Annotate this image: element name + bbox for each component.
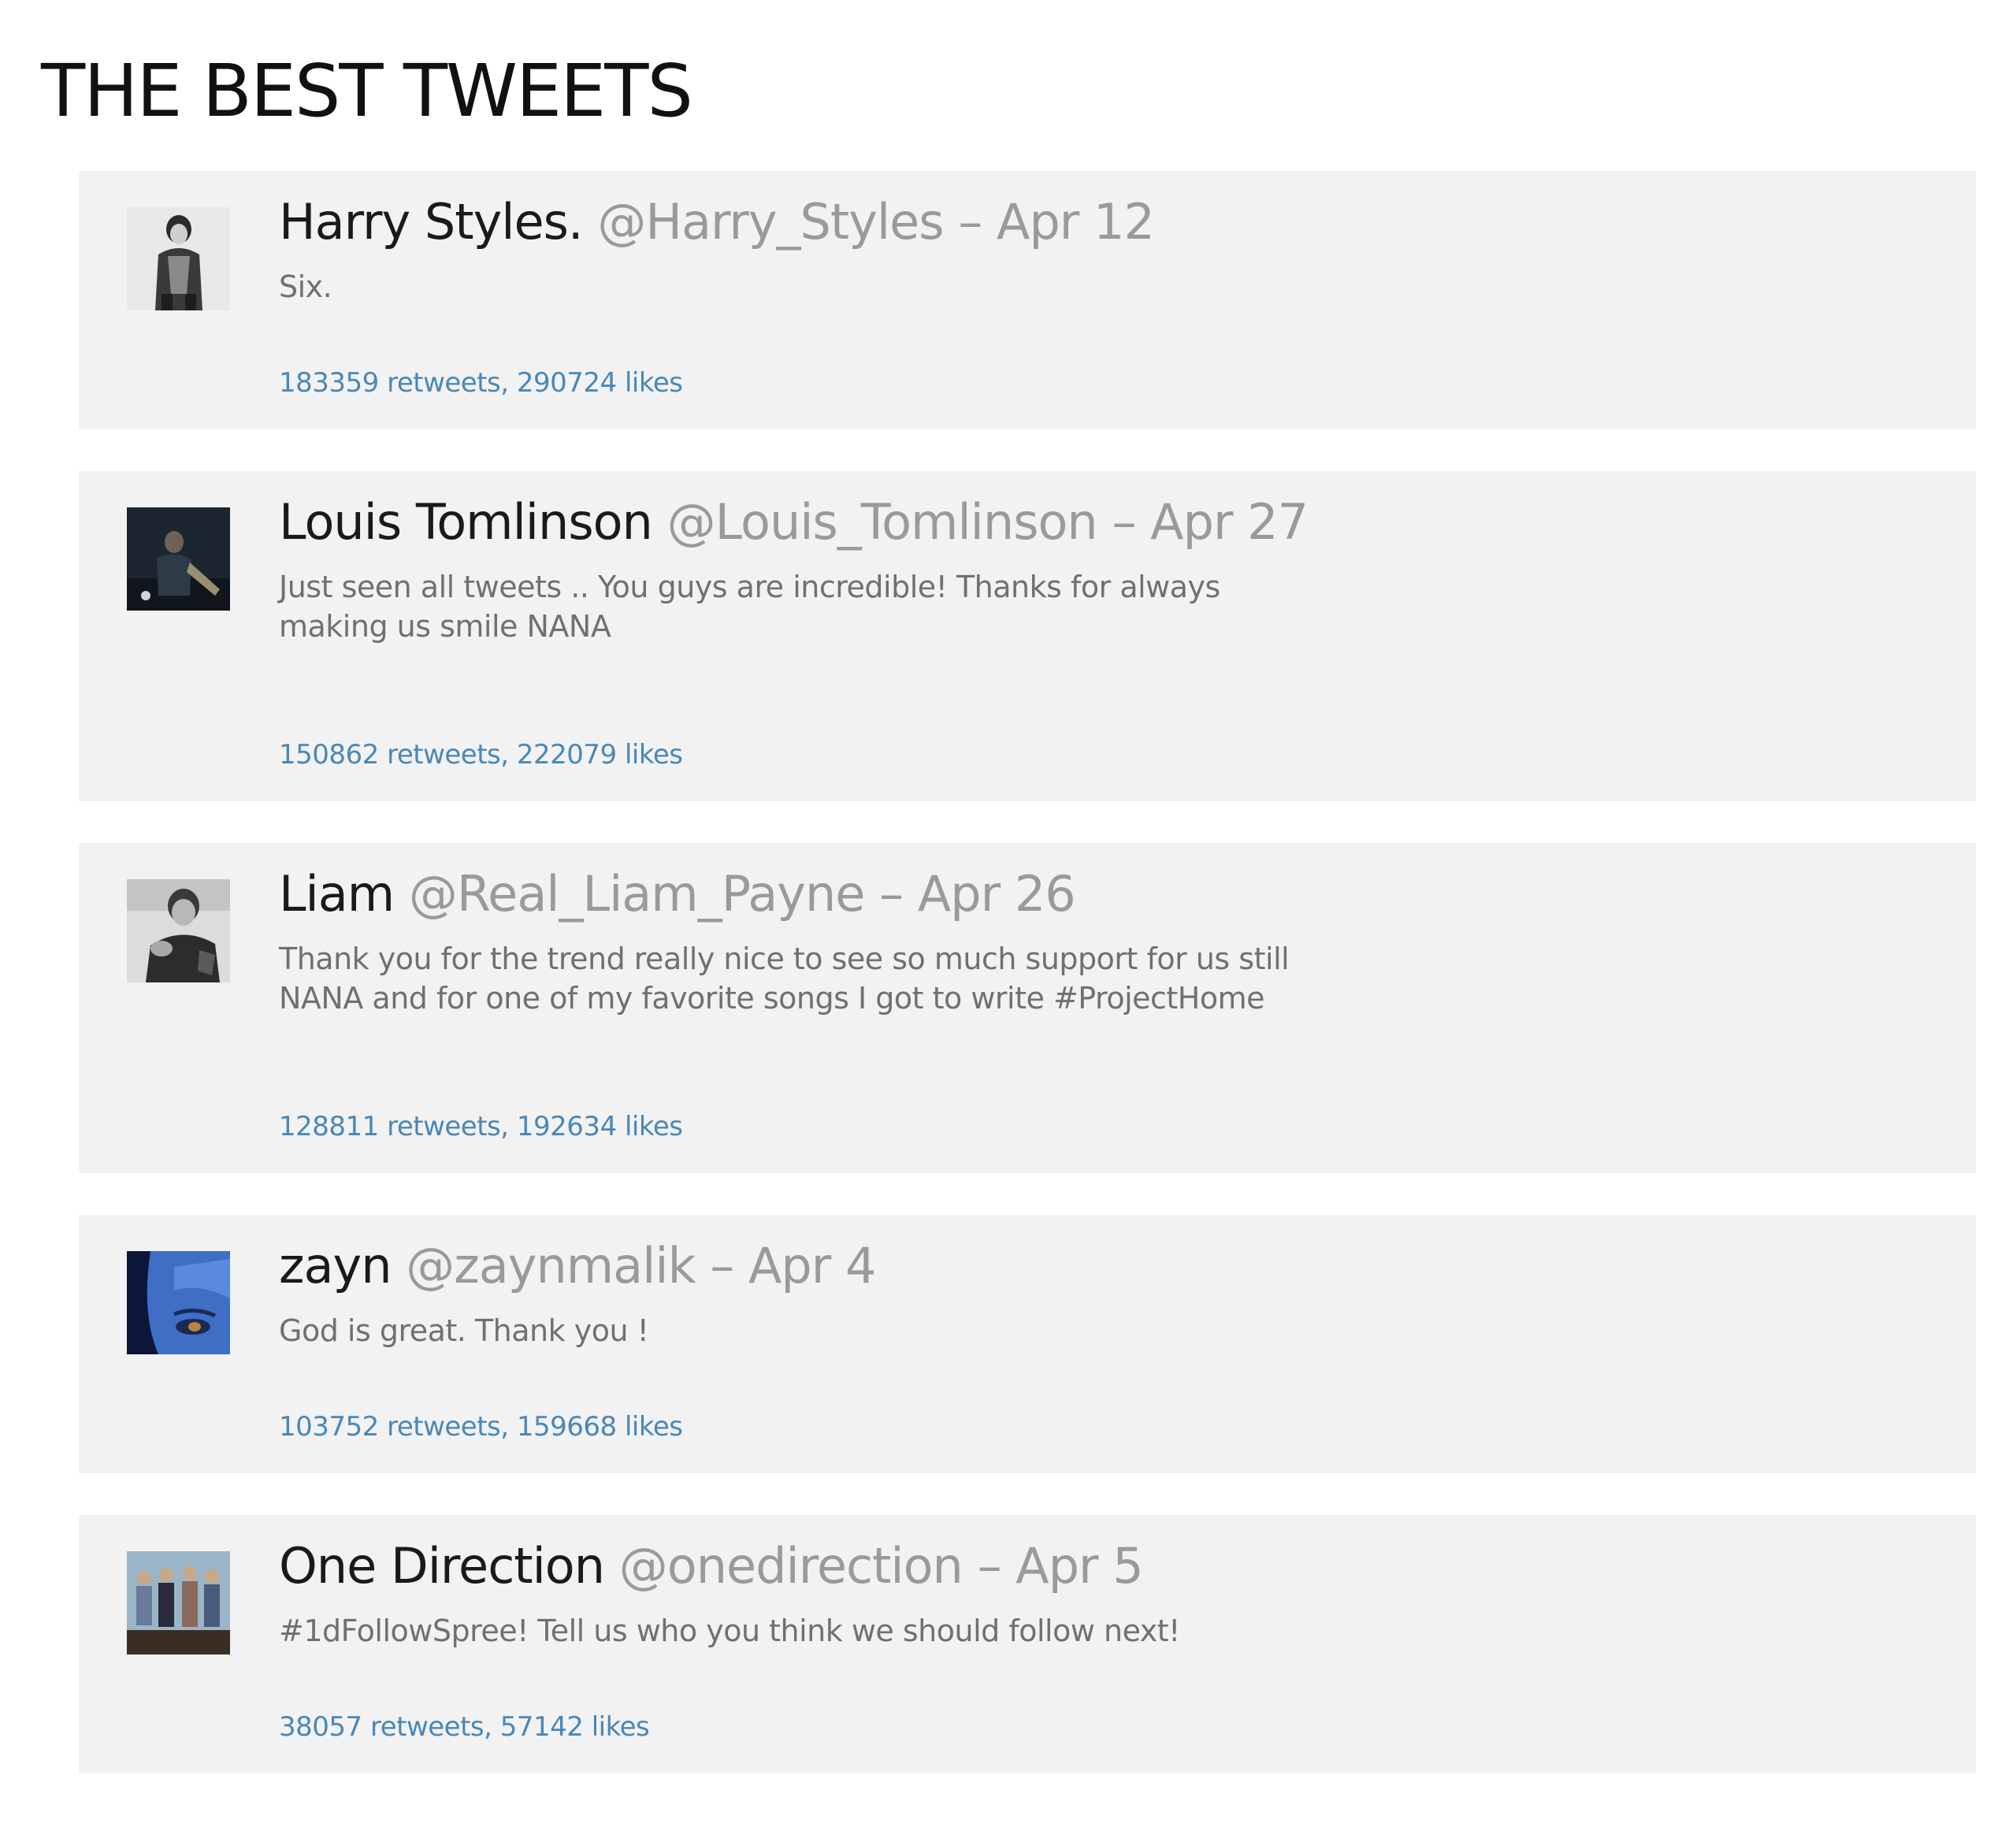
author-handle[interactable]: @Real_Liam_Payne — [409, 865, 866, 923]
tweet-header: Harry Styles. @Harry_Styles – Apr 12 — [279, 193, 1944, 251]
author-handle[interactable]: @onedirection — [619, 1537, 963, 1595]
tweet-header: One Direction @onedirection – Apr 5 — [279, 1537, 1944, 1595]
author-name[interactable]: Louis Tomlinson — [279, 493, 653, 551]
tweet-text: Just seen all tweets .. You guys are inc… — [279, 570, 1220, 644]
tweet-body: zayn @zaynmalik – Apr 4 God is great. Th… — [279, 1237, 1944, 1350]
author-handle[interactable]: @zaynmalik — [406, 1237, 696, 1294]
tweet-body: Harry Styles. @Harry_Styles – Apr 12 Six… — [279, 193, 1944, 306]
author-name[interactable]: zayn — [279, 1237, 392, 1294]
author-name[interactable]: Harry Styles. — [279, 193, 584, 251]
avatar-liam[interactable] — [127, 879, 230, 982]
tweet-card: Louis Tomlinson @Louis_Tomlinson – Apr 2… — [79, 471, 1976, 801]
tweet-text: #1dFollowSpree! Tell us who you think we… — [279, 1614, 1180, 1649]
avatar-harry-styles[interactable] — [127, 207, 230, 310]
tweet-stats-link[interactable]: 103752 retweets, 159668 likes — [279, 1413, 683, 1440]
tweet-stats-link[interactable]: 38057 retweets, 57142 likes — [279, 1714, 650, 1740]
tweet-text: Thank you for the trend really nice to s… — [279, 941, 1290, 1016]
tweet-body: One Direction @onedirection – Apr 5 #1dF… — [279, 1537, 1944, 1651]
tweet-header: zayn @zaynmalik – Apr 4 — [279, 1237, 1944, 1295]
avatar-photo — [127, 207, 230, 310]
tweet-body: Liam @Real_Liam_Payne – Apr 26 Thank you… — [279, 865, 1944, 1018]
tweet-stats-link[interactable]: 128811 retweets, 192634 likes — [279, 1113, 683, 1140]
tweet-stats-link[interactable]: 183359 retweets, 290724 likes — [279, 370, 683, 396]
tweet-card: Harry Styles. @Harry_Styles – Apr 12 Six… — [79, 171, 1976, 429]
tweet-text: God is great. Thank you ! — [279, 1313, 649, 1349]
separator: – — [710, 1237, 734, 1294]
author-name[interactable]: One Direction — [279, 1537, 605, 1595]
avatar-zayn[interactable] — [127, 1251, 230, 1354]
author-handle[interactable]: @Harry_Styles — [597, 193, 944, 251]
avatar-one-direction[interactable] — [127, 1551, 230, 1654]
tweet-card: zayn @zaynmalik – Apr 4 God is great. Th… — [79, 1215, 1976, 1473]
avatar-photo — [127, 507, 230, 611]
tweet-card: One Direction @onedirection – Apr 5 #1dF… — [79, 1515, 1976, 1773]
avatar-louis-tomlinson[interactable] — [127, 507, 230, 611]
tweet-text: Six. — [279, 269, 332, 305]
tweet-date[interactable]: Apr 5 — [1015, 1537, 1143, 1595]
separator: – — [977, 1537, 1002, 1595]
tweet-date[interactable]: Apr 4 — [748, 1237, 876, 1294]
tweet-date[interactable]: Apr 12 — [997, 193, 1155, 251]
author-name[interactable]: Liam — [279, 865, 395, 923]
tweet-header: Liam @Real_Liam_Payne – Apr 26 — [279, 865, 1944, 923]
separator: – — [879, 865, 904, 923]
avatar-photo — [127, 1551, 230, 1654]
avatar-photo — [127, 879, 230, 982]
separator: – — [1112, 493, 1136, 551]
tweet-date[interactable]: Apr 26 — [918, 865, 1076, 923]
tweet-list: Harry Styles. @Harry_Styles – Apr 12 Six… — [79, 171, 1976, 1815]
avatar-photo — [127, 1251, 230, 1354]
tweet-date[interactable]: Apr 27 — [1150, 493, 1309, 551]
tweet-stats-link[interactable]: 150862 retweets, 222079 likes — [279, 741, 683, 768]
tweet-card: Liam @Real_Liam_Payne – Apr 26 Thank you… — [79, 843, 1976, 1173]
author-handle[interactable]: @Louis_Tomlinson — [667, 493, 1098, 551]
tweet-body: Louis Tomlinson @Louis_Tomlinson – Apr 2… — [279, 493, 1944, 646]
separator: – — [958, 193, 982, 251]
tweet-header: Louis Tomlinson @Louis_Tomlinson – Apr 2… — [279, 493, 1944, 551]
page-title: THE BEST TWEETS — [41, 49, 693, 133]
